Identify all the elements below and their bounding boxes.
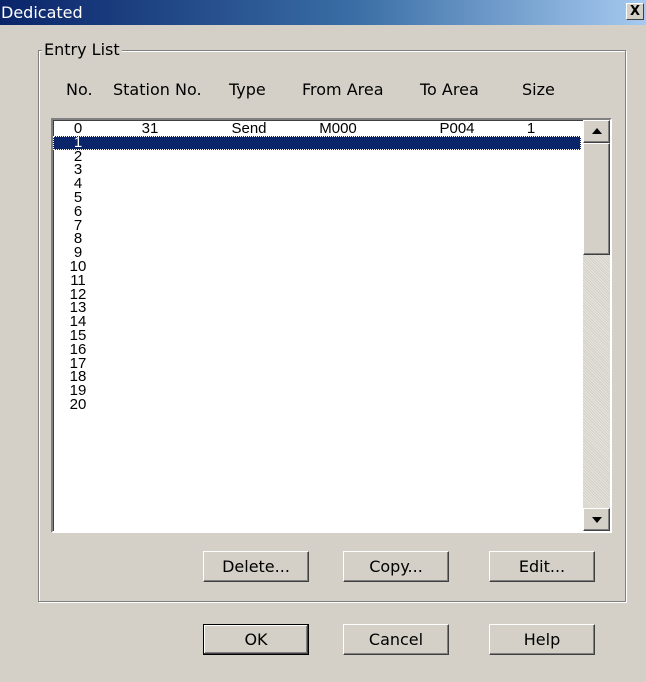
scroll-thumb[interactable] [583, 143, 610, 255]
column-header-to-area: To Area [420, 80, 479, 99]
list-item[interactable]: 19 [53, 383, 581, 398]
scroll-down-button[interactable] [583, 508, 610, 531]
group-legend: Entry List [42, 40, 122, 59]
cell-no: 20 [69, 396, 87, 413]
list-item[interactable]: 1 [53, 135, 581, 150]
scroll-up-button[interactable] [583, 120, 610, 143]
cell-to: P004 [439, 120, 475, 137]
column-header-from-area: From Area [302, 80, 384, 99]
list-item[interactable]: 3 [53, 162, 581, 177]
list-item[interactable]: 15 [53, 328, 581, 343]
list-item[interactable]: 11 [53, 273, 581, 288]
list-item[interactable]: 2 [53, 149, 581, 164]
list-item[interactable]: 13 [53, 300, 581, 315]
edit-button[interactable]: Edit... [489, 551, 595, 582]
scroll-up-arrow-icon [592, 128, 602, 134]
list-item[interactable]: 6 [53, 204, 581, 219]
entry-listbox[interactable]: 0 31 Send M000 P004 1 1 2 3 4 5 6 7 8 9 10 11 12 13 14 15 16 1… [51, 118, 612, 533]
scroll-down-arrow-icon [592, 517, 602, 523]
copy-button[interactable]: Copy... [343, 551, 449, 582]
list-item[interactable]: 16 [53, 342, 581, 357]
close-button[interactable]: X [626, 3, 644, 20]
list-item[interactable]: 8 [53, 231, 581, 246]
list-item[interactable]: 0 31 Send M000 P004 1 [53, 120, 581, 137]
column-header-station: Station No. [113, 80, 202, 99]
window-title: Dedicated [1, 3, 83, 22]
ok-button[interactable]: OK [203, 624, 309, 655]
delete-button[interactable]: Delete... [203, 551, 309, 582]
column-header-type: Type [229, 80, 266, 99]
cell-from: M000 [319, 120, 357, 137]
cell-size: 1 [526, 120, 536, 137]
help-button[interactable]: Help [489, 624, 595, 655]
list-item[interactable]: 14 [53, 314, 581, 329]
close-icon: X [629, 4, 641, 19]
column-header-no: No. [66, 80, 93, 99]
vertical-scrollbar[interactable] [583, 120, 610, 531]
list-item[interactable]: 18 [53, 369, 581, 384]
list-item[interactable]: 10 [53, 259, 581, 274]
title-bar: Dedicated X [0, 0, 646, 25]
list-item[interactable]: 5 [53, 190, 581, 205]
list-item[interactable]: 20 [53, 396, 581, 413]
cancel-button[interactable]: Cancel [343, 624, 449, 655]
list-item[interactable]: 9 [53, 245, 581, 260]
list-item[interactable]: 12 [53, 287, 581, 302]
cell-station: 31 [141, 120, 159, 137]
cell-type: Send [231, 120, 267, 137]
column-header-size: Size [522, 80, 555, 99]
list-item[interactable]: 7 [53, 218, 581, 233]
list-item[interactable]: 17 [53, 356, 581, 371]
list-item[interactable]: 4 [53, 176, 581, 191]
